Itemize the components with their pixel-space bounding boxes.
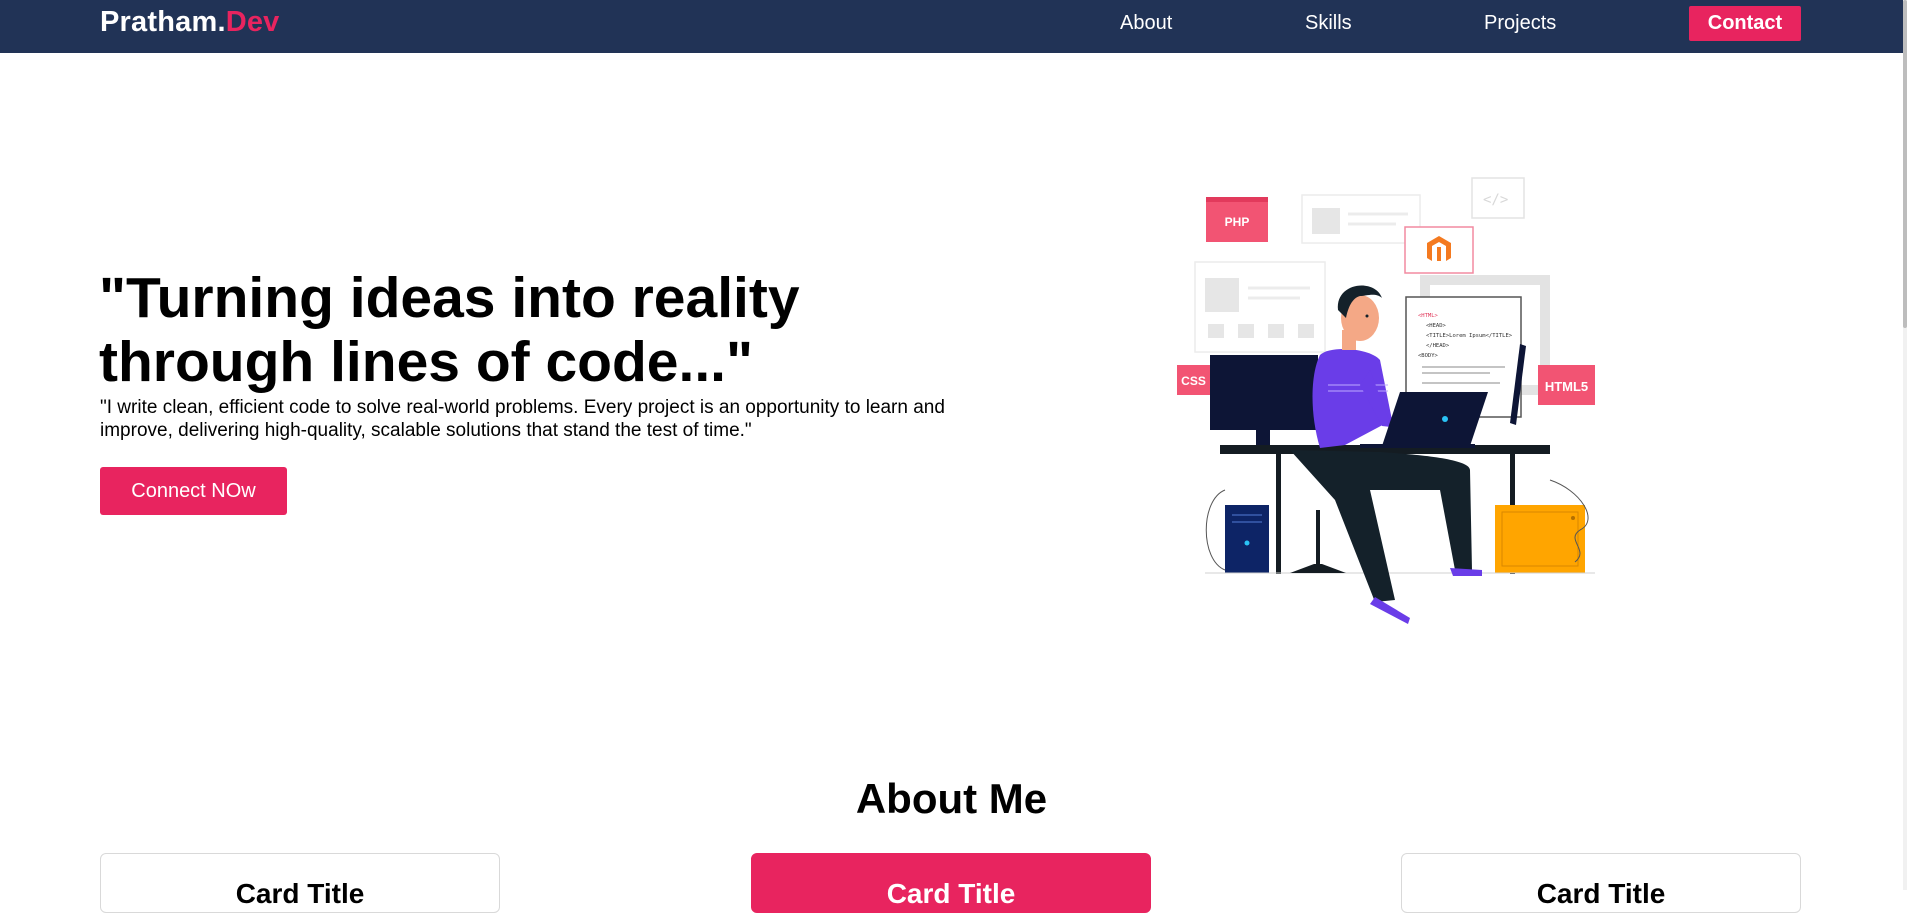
pc-tower bbox=[1225, 505, 1269, 573]
about-card-1[interactable]: Card Title bbox=[100, 853, 500, 913]
svg-text:</>: </> bbox=[1483, 192, 1508, 208]
html5-badge-label: HTML5 bbox=[1545, 379, 1588, 394]
orange-cabinet bbox=[1495, 505, 1585, 573]
card-title: Card Title bbox=[886, 878, 1016, 909]
navbar: Pratham.Dev About Skills Projects Contac… bbox=[0, 0, 1903, 53]
brand-logo[interactable]: Pratham.Dev bbox=[100, 6, 280, 39]
about-card-2[interactable]: Card Title bbox=[751, 853, 1151, 913]
html5-badge: HTML5 bbox=[1538, 365, 1595, 405]
php-badge-label: PHP bbox=[1225, 215, 1250, 229]
hero-title-line-2: through lines of code..." bbox=[99, 330, 754, 394]
cable-left bbox=[1205, 489, 1226, 571]
brand-name: Pratham. bbox=[100, 6, 226, 38]
hero-title: "Turning ideas into reality through line… bbox=[99, 266, 919, 394]
nav-link-about[interactable]: About bbox=[1120, 12, 1172, 35]
desktop-monitor bbox=[1210, 355, 1318, 447]
hero-description: "I write clean, efficient code to solve … bbox=[100, 397, 945, 441]
about-card-3[interactable]: Card Title bbox=[1401, 853, 1801, 913]
about-section-title: About Me bbox=[855, 775, 1048, 822]
scrollbar-thumb[interactable] bbox=[1903, 0, 1907, 328]
connect-now-button[interactable]: Connect NOw bbox=[100, 467, 287, 515]
magento-icon bbox=[1404, 226, 1474, 274]
svg-text:<HTML>: <HTML> bbox=[1418, 313, 1439, 319]
php-badge: PHP bbox=[1206, 197, 1268, 242]
brand-accent: Dev bbox=[225, 6, 280, 38]
hero-title-line-1: "Turning ideas into reality bbox=[99, 266, 800, 330]
nav-link-projects[interactable]: Projects bbox=[1484, 12, 1556, 35]
nav-link-skills[interactable]: Skills bbox=[1305, 12, 1352, 35]
office-chair bbox=[1290, 510, 1346, 573]
card-title: Card Title bbox=[1536, 878, 1666, 909]
css-badge: CSS bbox=[1177, 365, 1210, 395]
css-badge-label: CSS bbox=[1181, 374, 1206, 388]
developer-illustration: </> PHP CSS HTML5 <HTML> <HEAD> <TITLE>L… bbox=[1177, 177, 1595, 624]
contact-button[interactable]: Contact bbox=[1689, 6, 1801, 41]
card-title: Card Title bbox=[235, 878, 365, 909]
